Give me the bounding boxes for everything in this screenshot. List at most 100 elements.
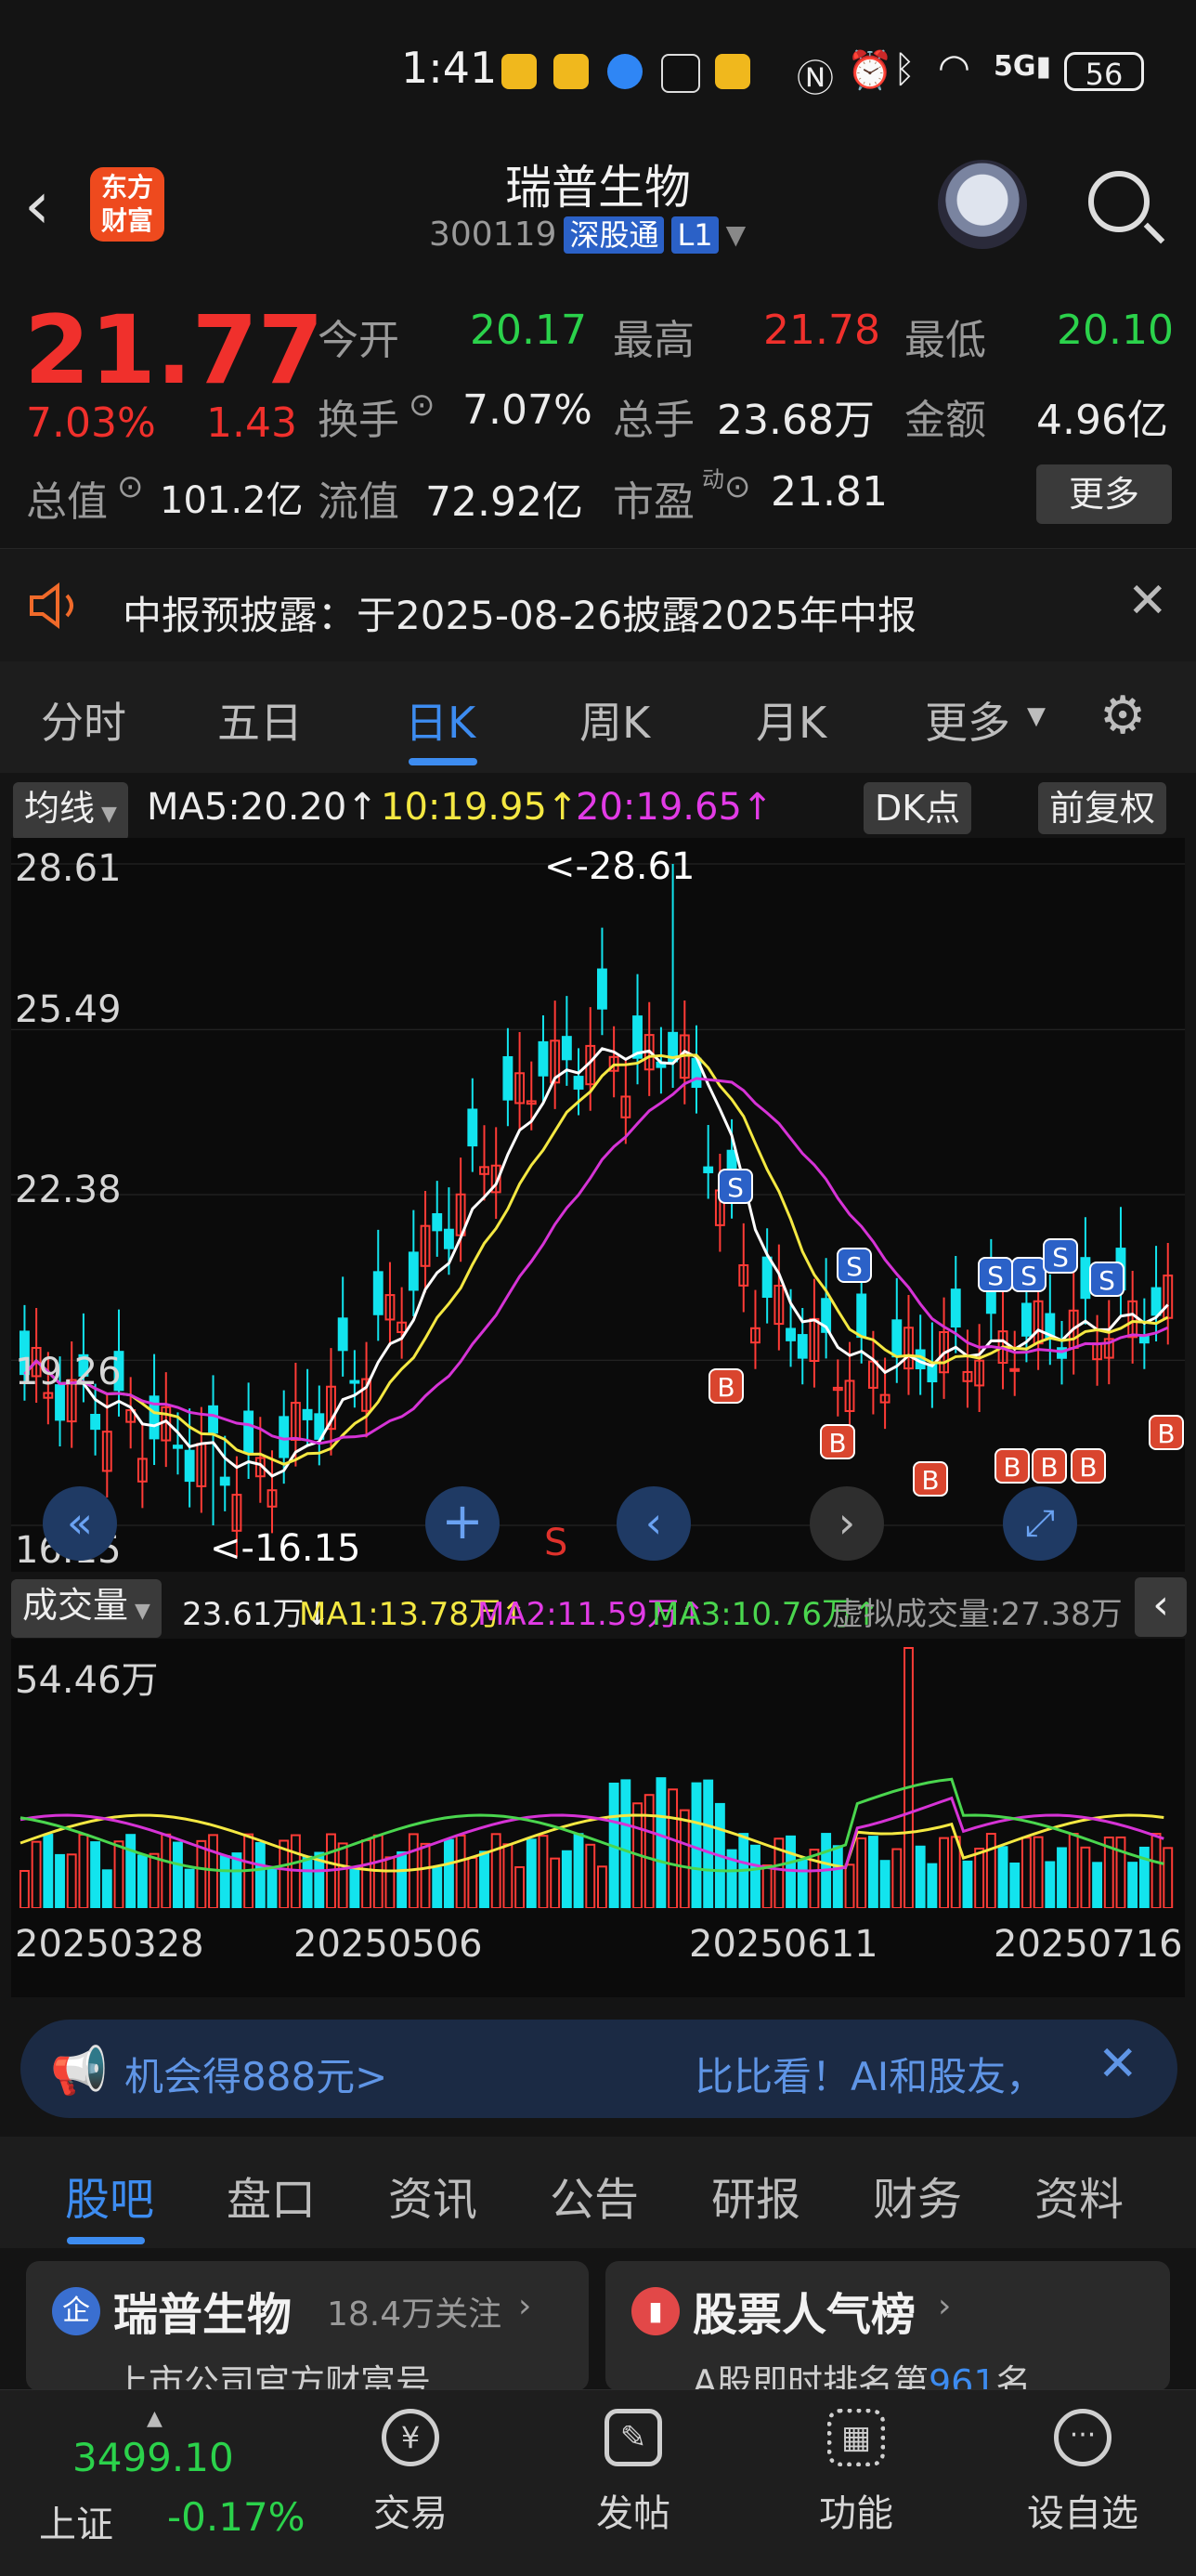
dk-point-button[interactable]: DK点	[864, 782, 972, 834]
tab-indicator	[409, 758, 477, 765]
signal-badge: S	[718, 1169, 753, 1204]
chevron-right-icon: ›	[938, 2287, 952, 2325]
float-label: 流值	[318, 478, 399, 526]
close-icon[interactable]: ✕	[1098, 2036, 1138, 2092]
nav-trade[interactable]: ¥ 交易	[336, 2409, 485, 2537]
volume-bar	[384, 1856, 396, 1910]
notice-banner[interactable]: 中报预披露：于2025-08-26披露2025年中报 ✕	[0, 548, 1196, 663]
pe-dynamic-mark: 动	[702, 466, 724, 492]
bluetooth-icon: ᛒ	[893, 48, 916, 91]
volume-bar	[20, 1870, 30, 1909]
tab-daily-k[interactable]: 日K	[405, 689, 475, 751]
expand-icon[interactable]: ⤢	[1003, 1486, 1077, 1561]
tab-five-day[interactable]: 五日	[217, 689, 303, 751]
info-icon[interactable]: ⊙	[409, 386, 436, 424]
info-icon[interactable]: ⊙	[724, 468, 751, 505]
stock-code: 300119	[429, 216, 557, 254]
zoom-in-button[interactable]: +	[425, 1486, 500, 1561]
collapse-panel-button[interactable]: ‹	[1135, 1577, 1187, 1637]
content-tabs: 股吧 盘口 资讯 公告 研报 财务 资料	[0, 2137, 1196, 2248]
status-time: 1:41	[401, 43, 498, 93]
indicator-selector[interactable]: 均线 ▼	[13, 782, 128, 841]
volume-bar	[761, 1863, 773, 1909]
wifi-icon: ◠	[938, 46, 970, 89]
candle-body	[1150, 1287, 1162, 1316]
company-account-card[interactable]: 企 瑞普生物 18.4万关注 › 上市公司官方财富号	[26, 2261, 589, 2391]
volume-bar	[856, 1837, 867, 1909]
candle-body	[761, 1256, 773, 1299]
nav-label: 设自选	[1027, 2492, 1138, 2535]
stock-code-row[interactable]: 300119 深股通 L1 ▼	[429, 216, 746, 254]
ai-assistant-avatar[interactable]	[938, 160, 1027, 249]
mktcap-label: 总值	[26, 478, 108, 526]
signal-badge: B	[820, 1424, 855, 1459]
rank-suffix: 名	[995, 2362, 1032, 2391]
popularity-card[interactable]: ▮ 股票人气榜 › A股即时排名第961名	[605, 2261, 1170, 2391]
candle-body	[243, 1410, 254, 1454]
candle-body	[408, 1251, 419, 1291]
signal-badge-text: S	[1098, 1265, 1115, 1296]
volume-bar	[173, 1841, 183, 1909]
enterprise-icon: 企	[52, 2287, 100, 2335]
volume-bar	[432, 1866, 443, 1909]
app-notification-icon	[553, 54, 589, 89]
nav-functions[interactable]: ▦ 功能	[782, 2409, 930, 2537]
tab-pankou[interactable]: 盘口	[227, 2163, 316, 2228]
volume-bar	[490, 1833, 501, 1909]
volume-bar	[196, 1839, 207, 1909]
volume-bar	[573, 1833, 584, 1910]
signal-badge: B	[1071, 1448, 1106, 1484]
nav-watchlist[interactable]: ··· 设自选	[1008, 2409, 1157, 2537]
volume-bar	[656, 1777, 667, 1909]
more-quote-button[interactable]: 更多	[1036, 464, 1172, 524]
info-icon[interactable]: ⊙	[117, 468, 144, 505]
close-icon[interactable]: ✕	[1127, 573, 1168, 629]
candle-body	[173, 1445, 183, 1449]
volume-label: 总手	[613, 397, 695, 444]
tab-guba[interactable]: 股吧	[65, 2163, 154, 2228]
candle-body	[90, 1414, 101, 1431]
chart-icon: ▮	[631, 2287, 680, 2335]
promo-banner[interactable]: 📢 机会得888元> 比比看！AI和股友， ✕	[20, 2020, 1177, 2118]
tab-finance[interactable]: 财务	[873, 2163, 962, 2228]
index-ticker[interactable]: ▲ 3499.10 上证 -0.17%	[26, 2407, 306, 2556]
tab-profile[interactable]: 资料	[1034, 2163, 1124, 2228]
volume-bar	[1045, 1861, 1056, 1909]
volume-bar	[668, 1788, 679, 1910]
app-notification-icon	[501, 54, 537, 89]
tab-weekly-k[interactable]: 周K	[579, 689, 650, 751]
kline-chart[interactable]: SSSSSSBBBBBBB 28.61 25.49 22.38 19.26 16…	[11, 838, 1185, 1572]
volume-bar	[585, 1843, 596, 1909]
pe-value: 21.81	[771, 468, 888, 516]
candle-body	[573, 1076, 584, 1090]
prev-button[interactable]: ‹	[617, 1486, 691, 1561]
next-button[interactable]: ›	[810, 1486, 884, 1561]
adjust-mode-button[interactable]: 前复权	[1038, 782, 1167, 834]
search-icon[interactable]	[1088, 171, 1150, 232]
candle-body	[797, 1334, 808, 1359]
volume-indicator-selector[interactable]: 成交量 ▼	[11, 1579, 162, 1638]
status-bar: 1:41 Ⓝ ⏰ ᛒ ◠ 5G▮ 56	[0, 0, 1196, 139]
volume-legend-row: 成交量 ▼ 23.61万↓ MA1:13.78万↑ MA2:11.59万↑ MA…	[0, 1574, 1196, 1639]
tab-announcements[interactable]: 公告	[550, 2163, 639, 2228]
tab-news[interactable]: 资讯	[388, 2163, 477, 2228]
tab-monthly-k[interactable]: 月K	[756, 689, 826, 751]
candle-body	[1020, 1302, 1032, 1337]
scroll-left-button[interactable]: «	[43, 1486, 117, 1561]
ma5-value: MA5:20.20↑	[147, 786, 378, 829]
volume-bar	[867, 1836, 878, 1910]
index-change: -0.17%	[167, 2494, 306, 2540]
tab-more[interactable]: 更多	[925, 689, 1010, 751]
volume-chart[interactable]: 54.46万	[11, 1639, 1185, 1910]
volume-bar	[1127, 1862, 1138, 1910]
candle-body	[372, 1271, 384, 1315]
nav-post[interactable]: ✎ 发帖	[559, 2409, 708, 2537]
index-value: 3499.10	[72, 2435, 234, 2480]
volume-bar	[1163, 1847, 1174, 1910]
low-label: 最低	[904, 317, 986, 364]
promo-left-text: 机会得888元>	[124, 2054, 388, 2099]
chevron-down-icon: ▼	[1027, 702, 1046, 730]
tab-research[interactable]: 研报	[711, 2163, 800, 2228]
gear-icon[interactable]: ⚙	[1099, 686, 1146, 746]
tab-intraday[interactable]: 分时	[41, 689, 126, 751]
